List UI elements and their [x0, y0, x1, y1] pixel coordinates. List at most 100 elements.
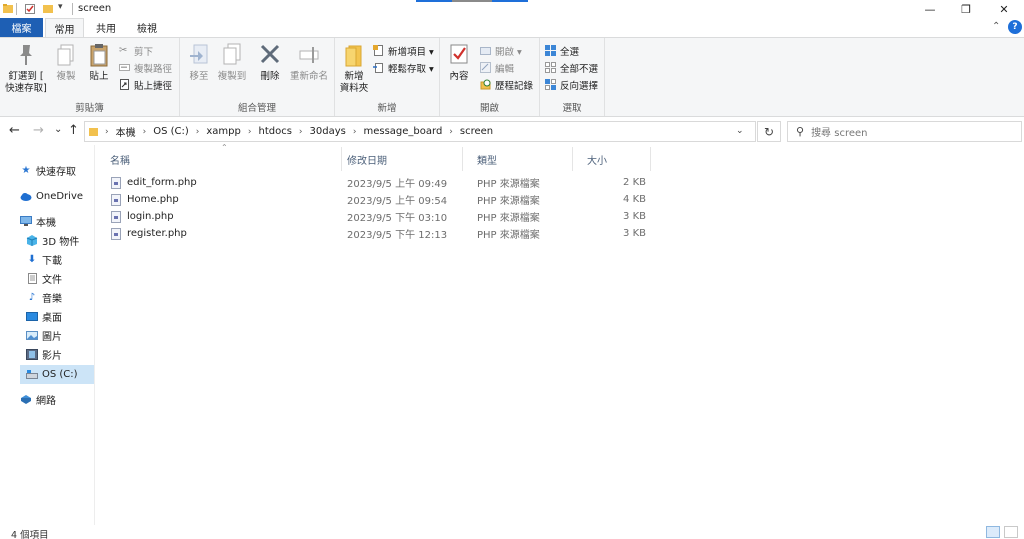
select-none-button[interactable]: 全部不選 [545, 60, 598, 75]
column-header-size[interactable]: 大小 [573, 147, 651, 171]
close-button[interactable]: ✕ [986, 0, 1022, 18]
new-folder-quick-icon[interactable] [43, 3, 53, 14]
invert-selection-button[interactable]: 反向選擇 [545, 77, 598, 92]
select-none-icon [545, 62, 556, 73]
copy-button[interactable]: 複製 [52, 42, 80, 83]
history-button[interactable]: 歷程記錄 [480, 77, 533, 92]
breadcrumb-separator-icon: › [298, 126, 303, 137]
nav-network[interactable]: 網路 [20, 390, 56, 409]
refresh-button[interactable]: ↻ [757, 121, 781, 142]
tab-view[interactable]: 檢視 [127, 18, 167, 37]
properties-button[interactable]: 內容 [446, 42, 472, 83]
nav-this-pc[interactable]: 本機 [20, 212, 56, 231]
nav-music[interactable]: ♪ 音樂 [26, 288, 62, 307]
scissors-icon: ✂ [119, 45, 128, 56]
title-accent-left [416, 0, 452, 2]
collapse-ribbon-icon[interactable]: ⌃ [992, 21, 1000, 32]
file-modified: 2023/9/5 上午 09:49 [347, 179, 448, 190]
file-name-cell: register.php [111, 225, 187, 242]
tab-share[interactable]: 共用 [87, 18, 125, 37]
recent-locations-button[interactable]: ⌄ [54, 124, 62, 135]
restore-button[interactable]: ❐ [948, 0, 984, 18]
minimize-button[interactable]: — [912, 0, 948, 18]
large-icons-view-icon[interactable] [1004, 526, 1018, 538]
window-title: screen [78, 3, 112, 14]
easy-access-button[interactable]: 輕鬆存取 ▾ [373, 60, 434, 75]
nav-pictures[interactable]: 圖片 [26, 326, 62, 345]
column-header-modified[interactable]: 修改日期 [333, 147, 463, 171]
pin-quick-access-button[interactable]: 釘選到 [ 快速存取] [4, 42, 48, 95]
forward-button[interactable]: → [33, 123, 44, 138]
breadcrumb-separator-icon: › [352, 126, 357, 137]
file-name: edit_form.php [127, 177, 197, 188]
properties-label: 內容 [449, 71, 469, 82]
nav-onedrive[interactable]: OneDrive [20, 187, 83, 206]
table-row[interactable]: edit_form.php 2023/9/5 上午 09:49 PHP 來源檔案… [96, 174, 656, 191]
details-view-icon[interactable] [986, 526, 1000, 538]
table-row[interactable]: Home.php 2023/9/5 上午 09:54 PHP 來源檔案 4 KB [96, 191, 656, 208]
folder-icon [3, 4, 13, 13]
group-new: 新增 資料夾 新增項目 ▾ 輕鬆存取 ▾ 新增 [335, 38, 440, 116]
select-all-button[interactable]: 全選 [545, 43, 579, 58]
customize-quick-access-icon[interactable]: ▾ [58, 2, 63, 12]
address-bar: ← → ⌄ ↑ › 本機 › OS (C:) › xampp › htdocs … [0, 117, 1024, 145]
tab-file[interactable]: 檔案 [0, 18, 43, 37]
nav-music-label: 音樂 [42, 294, 62, 305]
select-group-label: 選取 [562, 103, 582, 114]
new-folder-label: 新增 資料夾 [339, 71, 369, 94]
new-folder-icon [345, 45, 362, 67]
address-path[interactable]: › 本機 › OS (C:) › xampp › htdocs › 30days… [84, 121, 756, 142]
tab-home[interactable]: 常用 [45, 18, 84, 37]
column-header-name[interactable]: 名稱 [96, 147, 342, 171]
rename-button[interactable]: 重新命名 [287, 42, 331, 83]
nav-downloads[interactable]: ⬇ 下載 [26, 250, 62, 269]
breadcrumb-this-pc[interactable]: 本機 [116, 124, 136, 139]
properties-check-icon[interactable] [25, 3, 35, 14]
delete-x-icon [260, 44, 280, 64]
folder-icon [89, 127, 98, 136]
new-item-button[interactable]: 新增項目 ▾ [373, 43, 434, 58]
column-header-type[interactable]: 類型 [463, 147, 573, 171]
edit-button[interactable]: 編輯 [480, 60, 514, 75]
help-icon[interactable]: ? [1008, 20, 1022, 34]
breadcrumb-htdocs[interactable]: htdocs [258, 126, 291, 137]
breadcrumb-os-c[interactable]: OS (C:) [153, 126, 189, 137]
copy-path-button[interactable]: 複製路徑 [119, 60, 172, 75]
new-folder-button[interactable]: 新增 資料夾 [338, 42, 370, 95]
paste-shortcut-icon [120, 79, 129, 90]
organize-group-label: 組合管理 [237, 103, 276, 114]
nav-videos-label: 影片 [42, 351, 62, 362]
move-to-button[interactable]: 移至 [186, 42, 212, 83]
easy-access-icon [373, 63, 383, 73]
rename-icon [299, 47, 319, 63]
file-type: PHP 來源檔案 [477, 230, 540, 241]
breadcrumb-screen[interactable]: screen [460, 126, 493, 137]
cut-button[interactable]: ✂ 剪下 [119, 43, 153, 58]
breadcrumb-xampp[interactable]: xampp [206, 126, 240, 137]
nav-documents[interactable]: 文件 [26, 269, 62, 288]
table-row[interactable]: login.php 2023/9/5 下午 03:10 PHP 來源檔案 3 K… [96, 208, 656, 225]
nav-desktop[interactable]: 桌面 [26, 307, 62, 326]
search-input[interactable]: ⚲ 搜尋 screen [787, 121, 1022, 142]
nav-videos[interactable]: 影片 [26, 345, 62, 364]
open-button[interactable]: 開啟 ▾ [480, 43, 522, 58]
breadcrumb-message-board[interactable]: message_board [363, 126, 442, 137]
paste-shortcut-button[interactable]: 貼上捷徑 [119, 77, 172, 92]
breadcrumb-30days[interactable]: 30days [310, 126, 346, 137]
paste-label: 貼上 [89, 71, 109, 82]
address-dropdown-button[interactable]: ⌄ [736, 126, 744, 136]
paste-button[interactable]: 貼上 [85, 42, 113, 83]
file-size: 4 KB [623, 194, 646, 205]
delete-button[interactable]: 刪除 [258, 42, 282, 83]
file-type: PHP 來源檔案 [477, 196, 540, 207]
table-row[interactable]: register.php 2023/9/5 下午 12:13 PHP 來源檔案 … [96, 225, 656, 242]
nav-os-c[interactable]: OS (C:) [20, 365, 94, 384]
new-item-label: 新增項目 ▾ [388, 46, 434, 58]
up-button[interactable]: ↑ [68, 123, 79, 138]
copy-to-button[interactable]: 複製到 [216, 42, 248, 83]
back-button[interactable]: ← [9, 123, 20, 138]
new-item-icon [373, 45, 383, 56]
file-size: 2 KB [623, 177, 646, 188]
nav-quick-access[interactable]: ★ 快速存取 [20, 161, 76, 180]
nav-3d-objects[interactable]: 3D 物件 [26, 231, 79, 250]
